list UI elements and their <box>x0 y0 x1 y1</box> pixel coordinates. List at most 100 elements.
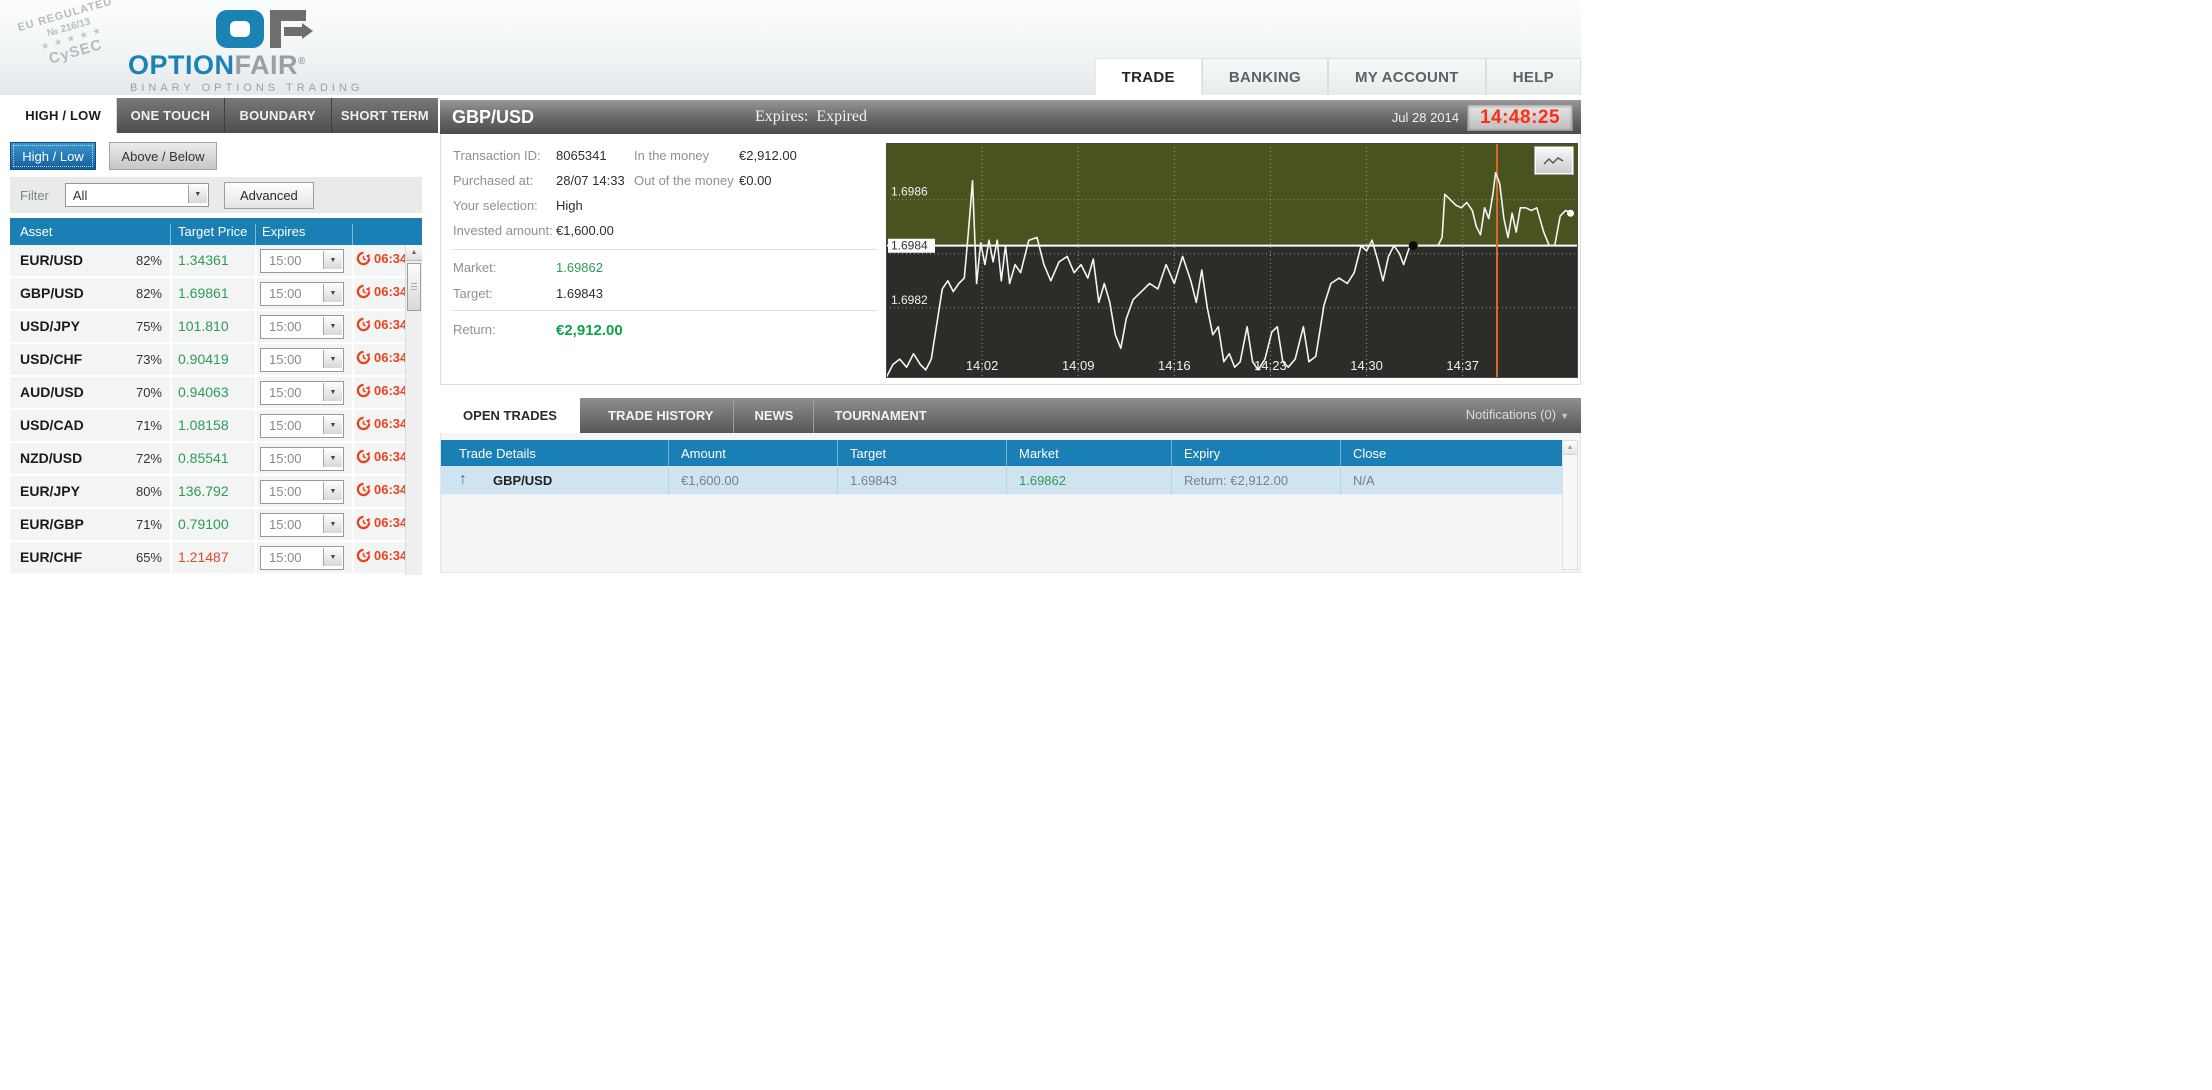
instrument-header: GBP/USD Expires:Expired Jul 28 2014 14:4… <box>440 100 1581 134</box>
tab-high-low[interactable]: HIGH / LOW <box>10 98 117 133</box>
digital-clock: 14:48:25 <box>1467 104 1573 131</box>
asset-row[interactable]: USD/CHF 73% 0.90419 15:00 ▼ 06:34 <box>10 344 422 377</box>
asset-row[interactable]: NZD/USD 72% 0.85541 15:00 ▼ 06:34 <box>10 443 422 476</box>
chevron-down-icon[interactable]: ▼ <box>323 515 342 533</box>
column-divider <box>170 410 172 441</box>
chevron-down-icon[interactable]: ▼ <box>323 317 342 335</box>
trade-row[interactable]: ↑ GBP/USD €1,600.00 1.69843 1.69862 Retu… <box>441 466 1564 495</box>
high-low-toggle-button[interactable]: High / Low <box>10 142 96 170</box>
of-f-arrow-glyph <box>270 10 314 48</box>
trade-asset: GBP/USD <box>493 473 552 488</box>
scroll-up-arrow-icon[interactable]: ▲ <box>1563 441 1577 455</box>
of-mark-icon <box>216 10 363 50</box>
expiry-select[interactable]: 15:00 ▼ <box>260 513 344 537</box>
nav-tab-my-account[interactable]: MY ACCOUNT <box>1328 58 1486 95</box>
expiry-select[interactable]: 15:00 ▼ <box>260 249 344 273</box>
column-divider <box>352 443 354 474</box>
asset-row[interactable]: AUD/USD 70% 0.94063 15:00 ▼ 06:34 <box>10 377 422 410</box>
option-type-tabs: HIGH / LOW ONE TOUCH BOUNDARY SHORT TERM <box>10 98 438 133</box>
column-divider <box>352 377 354 408</box>
asset-row[interactable]: USD/JPY 75% 101.810 15:00 ▼ 06:34 <box>10 311 422 344</box>
scrollbar-thumb[interactable] <box>407 263 421 311</box>
notifications-dropdown[interactable]: Notifications (0)▼ <box>1466 407 1569 422</box>
market-label: Market: <box>453 260 496 275</box>
chevron-down-icon[interactable]: ▼ <box>323 482 342 500</box>
countdown-time: 06:34 <box>374 284 407 299</box>
expiry-select[interactable]: 15:00 ▼ <box>260 282 344 306</box>
top-header: EU REGULATED № 216/13 ★ ★ ★ ★ ★ CySEC OP… <box>0 0 1581 95</box>
asset-row[interactable]: EUR/JPY 80% 136.792 15:00 ▼ 06:34 <box>10 476 422 509</box>
chevron-down-icon[interactable]: ▼ <box>323 416 342 434</box>
nav-tab-trade[interactable]: TRADE <box>1095 58 1202 95</box>
direction-up-icon: ↑ <box>459 471 467 489</box>
tab-tournament[interactable]: TOURNAMENT <box>813 398 946 433</box>
trades-table-header: Trade Details Amount Target Market Expir… <box>441 440 1564 466</box>
nav-tab-banking[interactable]: BANKING <box>1202 58 1328 95</box>
field-value: High <box>556 198 583 213</box>
tab-boundary[interactable]: BOUNDARY <box>225 98 332 133</box>
asset-payout-percent: 75% <box>110 319 162 334</box>
field-value: €1,600.00 <box>556 223 614 238</box>
countdown: 06:34 <box>356 416 407 431</box>
asset-target-price: 0.90419 <box>178 351 229 367</box>
expiry-select[interactable]: 15:00 ▼ <box>260 546 344 570</box>
asset-row[interactable]: EUR/GBP 71% 0.79100 15:00 ▼ 06:34 <box>10 509 422 542</box>
trades-rows: ↑ GBP/USD €1,600.00 1.69843 1.69862 Retu… <box>441 466 1564 495</box>
filter-label: Filter <box>20 188 49 203</box>
countdown-time: 06:34 <box>374 515 407 530</box>
expiry-select[interactable]: 15:00 ▼ <box>260 348 344 372</box>
return-label: Return: <box>453 322 496 337</box>
asset-target-price: 1.34361 <box>178 252 229 268</box>
subtype-toggle: High / Low Above / Below <box>10 142 217 170</box>
expiry-select[interactable]: 15:00 ▼ <box>260 447 344 471</box>
chevron-down-icon[interactable]: ▼ <box>323 251 342 269</box>
column-header: Amount <box>668 440 837 466</box>
countdown-time: 06:34 <box>374 482 407 497</box>
chevron-down-icon[interactable]: ▼ <box>323 284 342 302</box>
asset-list-scrollbar[interactable]: ▲ <box>405 245 422 575</box>
chevron-down-icon[interactable]: ▼ <box>323 350 342 368</box>
nav-tab-help[interactable]: HELP <box>1486 58 1581 95</box>
tab-news[interactable]: NEWS <box>733 398 813 433</box>
countdown-clock-icon <box>356 350 371 365</box>
trades-scrollbar[interactable]: ▲ <box>1562 440 1578 570</box>
chevron-down-icon[interactable]: ▼ <box>188 185 207 203</box>
tab-short-term[interactable]: SHORT TERM <box>332 98 438 133</box>
filter-select[interactable]: All ▼ <box>65 183 209 207</box>
chevron-down-icon[interactable]: ▼ <box>323 383 342 401</box>
asset-row[interactable]: EUR/USD 82% 1.34361 15:00 ▼ 06:34 <box>10 245 422 278</box>
column-divider <box>170 344 172 375</box>
expiry-select[interactable]: 15:00 ▼ <box>260 315 344 339</box>
field-label: Out of the money <box>634 173 734 188</box>
tab-one-touch[interactable]: ONE TOUCH <box>117 98 224 133</box>
countdown: 06:34 <box>356 317 407 332</box>
svg-text:1.6982: 1.6982 <box>891 293 928 307</box>
countdown-time: 06:34 <box>374 548 407 563</box>
expiry-select[interactable]: 15:00 ▼ <box>260 414 344 438</box>
scroll-up-arrow-icon[interactable]: ▲ <box>406 245 422 261</box>
chevron-down-icon[interactable]: ▼ <box>323 449 342 467</box>
expiry-value: 15:00 <box>269 517 302 532</box>
expiry-value: 15:00 <box>269 451 302 466</box>
expiry-value: 15:00 <box>269 550 302 565</box>
expiry-select[interactable]: 15:00 ▼ <box>260 480 344 504</box>
asset-row[interactable]: EUR/CHF 65% 1.21487 15:00 ▼ 06:34 <box>10 542 422 575</box>
field-label: Purchased at: <box>453 173 533 188</box>
countdown: 06:34 <box>356 548 407 563</box>
asset-target-price: 0.94063 <box>178 384 229 400</box>
above-below-toggle-button[interactable]: Above / Below <box>109 142 217 170</box>
countdown: 06:34 <box>356 350 407 365</box>
advanced-filter-button[interactable]: Advanced <box>224 182 314 209</box>
chart-type-button[interactable] <box>1535 147 1573 174</box>
tab-trade-history[interactable]: TRADE HISTORY <box>588 398 733 433</box>
asset-target-price: 1.69861 <box>178 285 229 301</box>
column-divider <box>170 542 172 573</box>
field-value: 8065341 <box>556 148 607 163</box>
asset-row[interactable]: USD/CAD 71% 1.08158 15:00 ▼ 06:34 <box>10 410 422 443</box>
tab-open-trades[interactable]: OPEN TRADES <box>440 398 580 433</box>
asset-row[interactable]: GBP/USD 82% 1.69861 15:00 ▼ 06:34 <box>10 278 422 311</box>
svg-text:1.6986: 1.6986 <box>891 185 928 199</box>
expiry-value: 15:00 <box>269 352 302 367</box>
chevron-down-icon[interactable]: ▼ <box>323 548 342 566</box>
expiry-select[interactable]: 15:00 ▼ <box>260 381 344 405</box>
